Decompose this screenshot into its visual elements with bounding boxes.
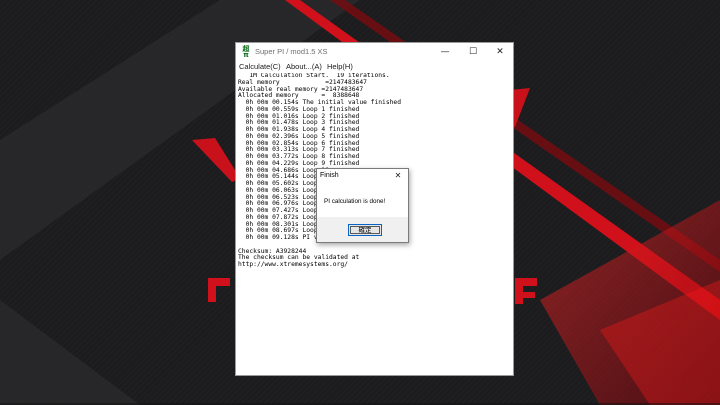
menu-help[interactable]: Help(H) [327, 62, 353, 71]
finish-dialog: Finish ✕ PI calculation is done! 確定 [316, 168, 409, 243]
menu-calculate[interactable]: Calculate(C) [239, 62, 281, 71]
ok-button[interactable]: 確定 [348, 224, 382, 236]
maximize-button[interactable]: ☐ [459, 43, 487, 61]
dialog-close-button[interactable]: ✕ [391, 169, 405, 183]
close-button[interactable]: ✕ [486, 43, 514, 61]
close-icon: ✕ [394, 171, 402, 180]
menu-about[interactable]: About...(A) [286, 62, 322, 71]
log-line: http://www.xtremesystems.org/ [238, 261, 348, 268]
window-title: Super PI / mod1.5 XS [255, 47, 328, 56]
menu-bar: Calculate(C) About...(A) Help(H) [236, 61, 513, 73]
minimize-button[interactable]: — [431, 43, 459, 61]
dialog-title: Finish [320, 172, 339, 179]
close-icon: ✕ [496, 47, 504, 57]
superpi-app-icon: 超π [242, 45, 250, 59]
maximize-icon: ☐ [468, 47, 478, 57]
title-bar[interactable]: 超π Super PI / mod1.5 XS — ☐ ✕ [236, 43, 513, 61]
dialog-message: PI calculation is done! [324, 198, 386, 205]
minimize-icon: — [440, 47, 450, 57]
dialog-button-area: 確定 [317, 217, 408, 242]
